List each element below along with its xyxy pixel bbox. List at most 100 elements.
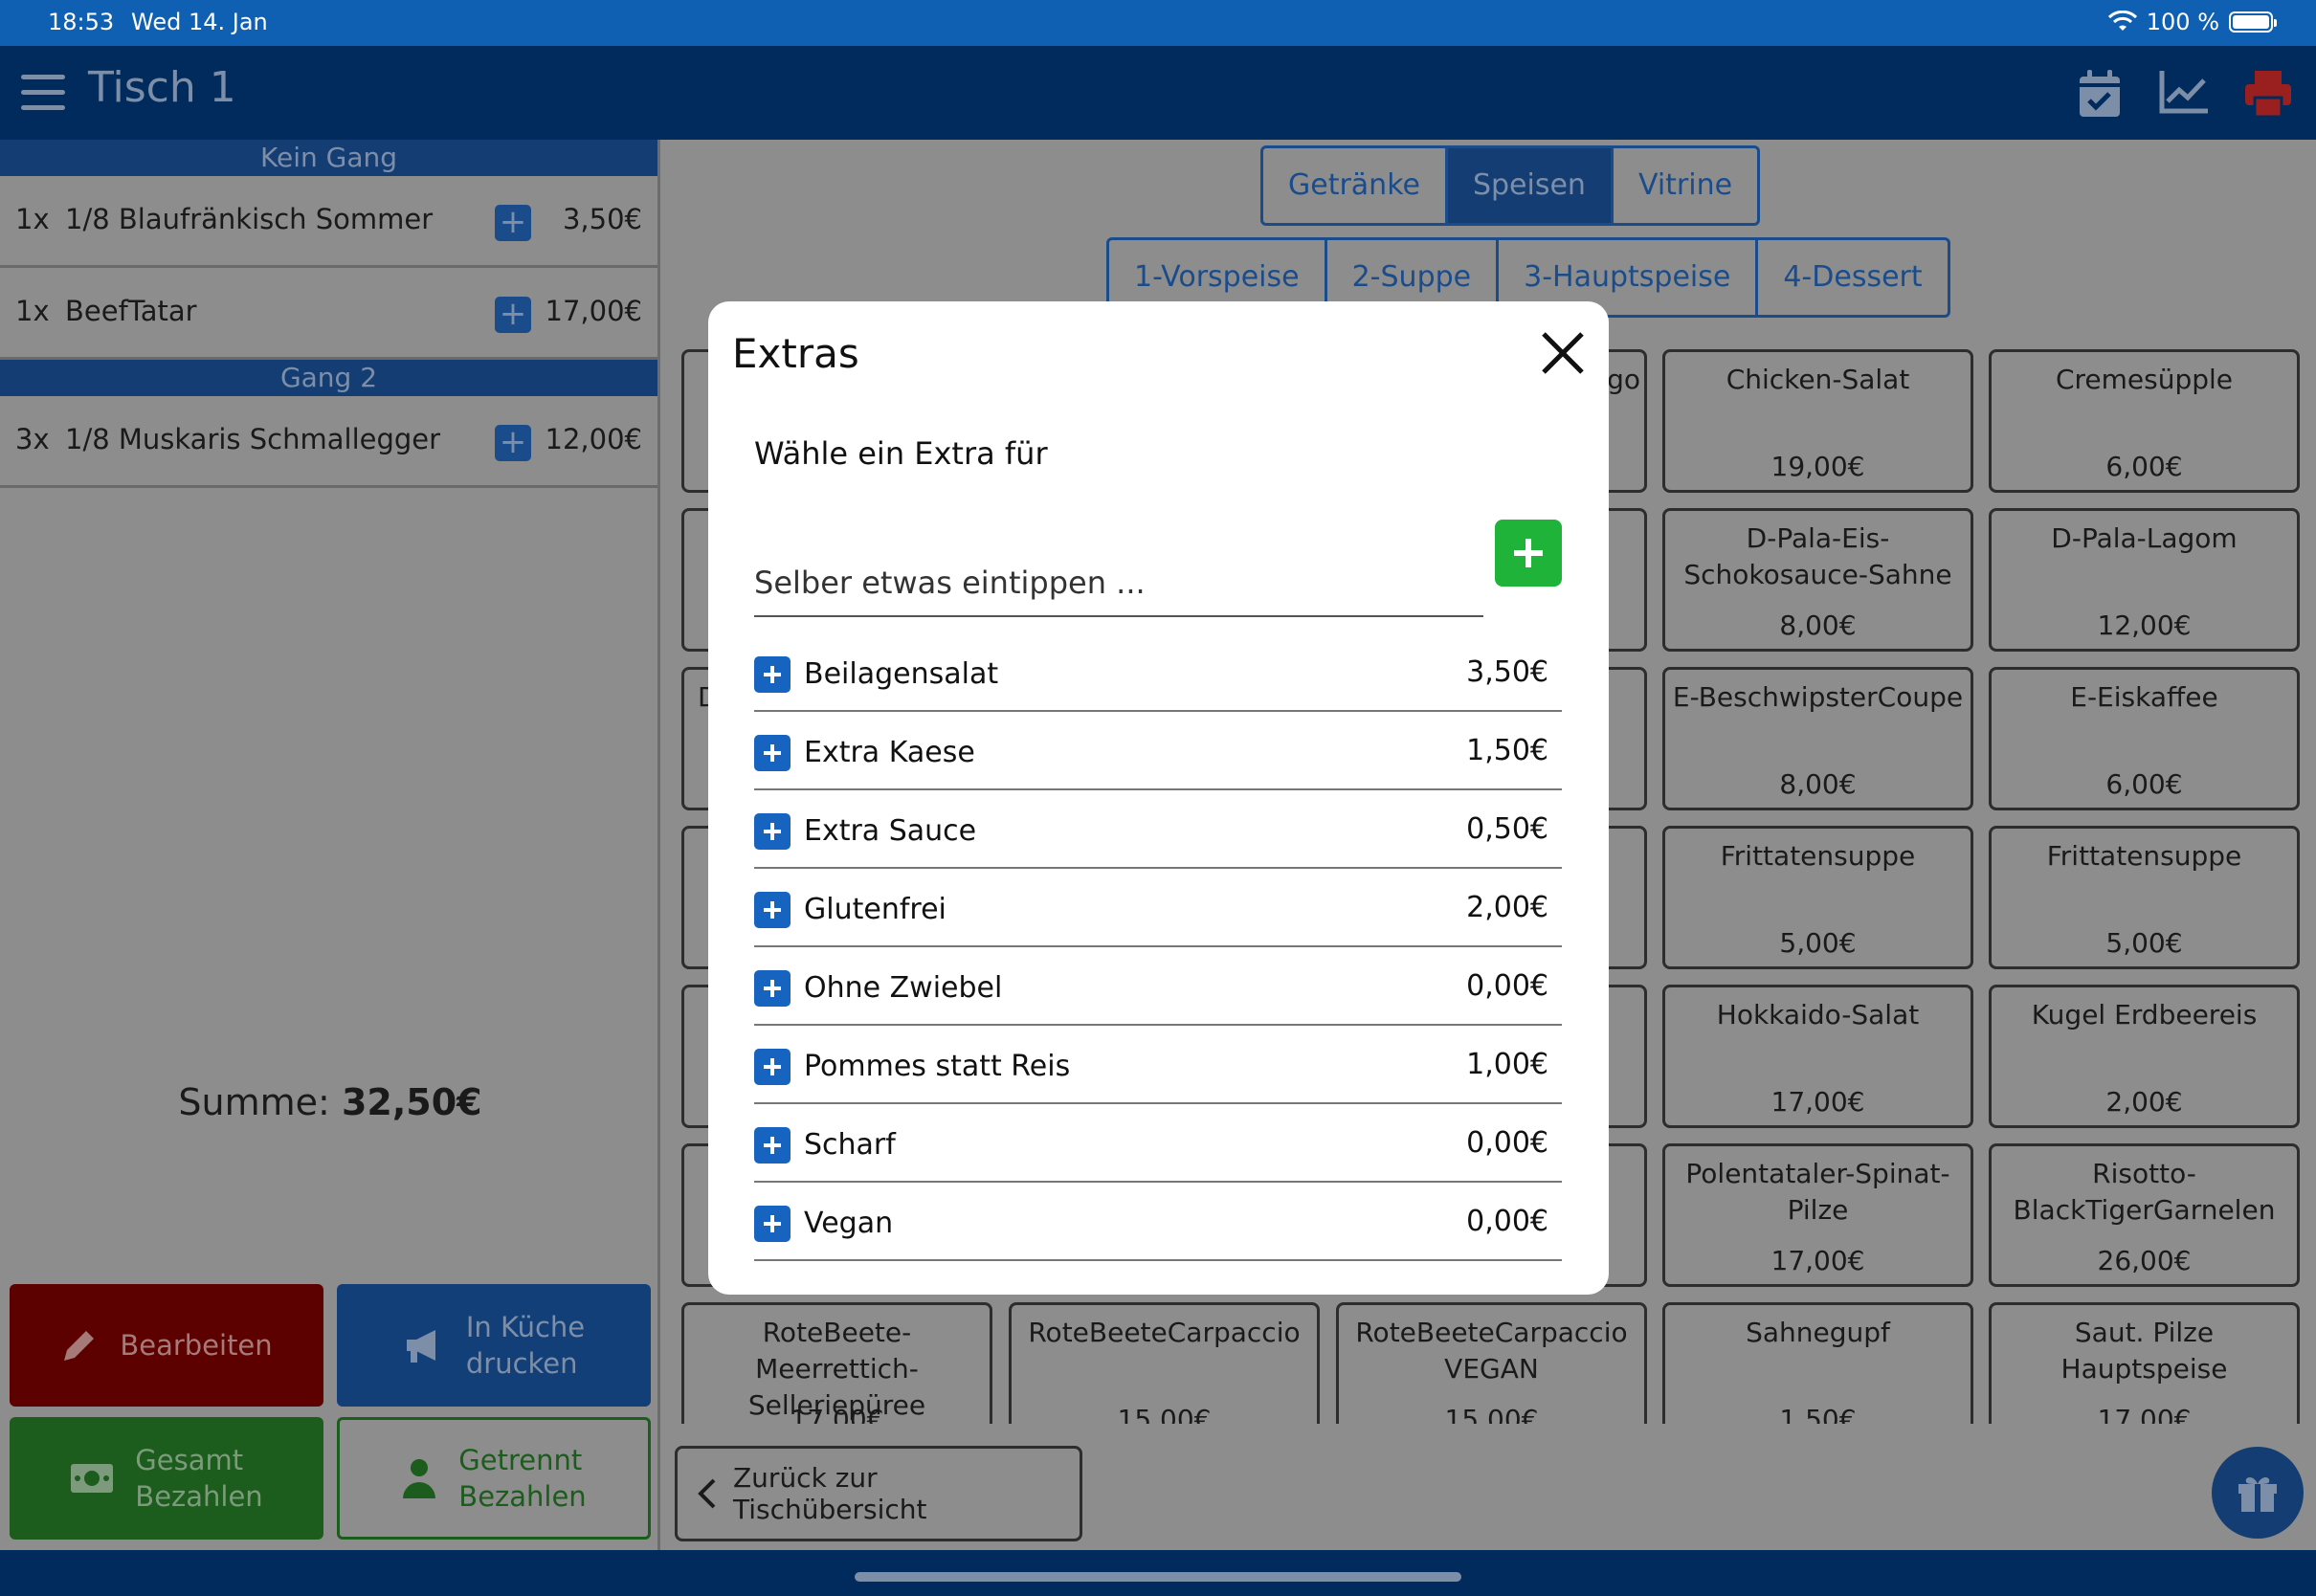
product-price: 19,00€ [1770, 451, 1865, 482]
pay-label-line2: Bezahlen [135, 1480, 263, 1513]
product-price: 5,00€ [1779, 927, 1857, 959]
tab-vitrine[interactable]: Vitrine [1614, 148, 1757, 223]
product-tile[interactable]: Saut. Pilze Hauptspeise 17,00€ [1989, 1302, 2300, 1424]
extra-name: Scharf [804, 1128, 896, 1162]
plus-icon[interactable] [754, 970, 791, 1007]
product-price: 6,00€ [2105, 768, 2183, 800]
category-tabs: Getränke Speisen Vitrine [1260, 145, 1761, 226]
kitchen-label-line1: In Küche [465, 1311, 586, 1343]
plus-icon[interactable] [754, 1127, 791, 1164]
product-tile[interactable]: E-BeschwipsterCoupe 8,00€ [1662, 667, 1973, 810]
close-icon[interactable] [1538, 328, 1588, 378]
product-name: Kugel Erdbeereis [2031, 999, 2258, 1031]
plus-icon[interactable] [754, 1206, 791, 1242]
product-name: Sahnegupf [1746, 1317, 1890, 1348]
back-to-tables-button[interactable]: Zurück zur Tischübersicht [675, 1446, 1082, 1541]
extra-item[interactable]: Pommes statt Reis 1,00€ [754, 1026, 1562, 1104]
printer-icon[interactable] [2243, 69, 2293, 119]
product-tile[interactable]: Frittatensuppe 5,00€ [1989, 826, 2300, 969]
tab-dessert[interactable]: 4-Dessert [1758, 240, 1947, 315]
extra-price: 1,00€ [1466, 1048, 1548, 1081]
gift-button[interactable] [2212, 1447, 2304, 1539]
order-price: 3,50€ [562, 203, 642, 235]
order-row[interactable]: 3x 1/8 Muskaris Schmallegger + 12,00€ [0, 396, 657, 488]
product-tile[interactable]: E-Eiskaffee 6,00€ [1989, 667, 2300, 810]
product-price: 8,00€ [1779, 768, 1857, 800]
product-tile[interactable]: Risotto-BlackTigerGarnelen 26,00€ [1989, 1143, 2300, 1287]
sum-value: 32,50€ [341, 1081, 482, 1123]
product-name: Hokkaido-Salat [1716, 999, 1920, 1031]
order-row[interactable]: 1x BeefTatar + 17,00€ [0, 268, 657, 360]
course-header: Gang 2 [0, 360, 657, 396]
user-icon [403, 1459, 436, 1498]
extra-item[interactable]: Extra Kaese 1,50€ [754, 712, 1562, 790]
extra-item[interactable]: Vegan 0,00€ [754, 1183, 1562, 1261]
plus-icon[interactable] [754, 656, 791, 693]
edit-label: Bearbeiten [120, 1329, 273, 1362]
plus-icon[interactable]: + [495, 205, 531, 241]
product-price: 15,00€ [1444, 1404, 1539, 1424]
calendar-check-icon[interactable] [2077, 69, 2123, 119]
extras-dialog: Extras Wähle ein Extra für Beilagensalat… [708, 301, 1609, 1295]
product-price: 6,00€ [2105, 451, 2183, 482]
gift-icon [2238, 1477, 2277, 1512]
product-tile[interactable]: Kugel Erdbeereis 2,00€ [1989, 985, 2300, 1128]
custom-extra-input[interactable] [754, 550, 1483, 617]
product-tile[interactable]: Cremesüpple 6,00€ [1989, 349, 2300, 493]
product-name: Polentataler-Spinat-Pilze [1685, 1158, 1950, 1226]
edit-button[interactable]: Bearbeiten [10, 1284, 323, 1407]
pay-split-button[interactable]: Getrennt Bezahlen [337, 1417, 651, 1540]
product-tile[interactable]: RoteBeeteCarpaccio VEGAN 15,00€ [1336, 1302, 1647, 1424]
pencil-icon [64, 1331, 95, 1361]
extra-name: Extra Kaese [804, 736, 975, 769]
print-kitchen-button[interactable]: In Küche drucken [337, 1284, 651, 1407]
status-date: Wed 14. Jan [131, 9, 268, 35]
plus-icon[interactable] [754, 813, 791, 850]
product-price: 17,00€ [790, 1404, 884, 1424]
product-name: RoteBeeteCarpaccio [1028, 1317, 1301, 1348]
plus-icon[interactable]: + [495, 297, 531, 333]
order-name: 1/8 Muskaris Schmallegger [65, 423, 441, 455]
extra-name: Vegan [804, 1207, 894, 1240]
product-name: D-Pala-Lagom [2051, 522, 2238, 554]
product-tile[interactable]: Polentataler-Spinat-Pilze 17,00€ [1662, 1143, 1973, 1287]
bottom-bar [0, 1550, 2316, 1596]
extra-item[interactable]: Beilagensalat 3,50€ [754, 633, 1562, 712]
product-tile[interactable]: Chicken-Salat 19,00€ [1662, 349, 1973, 493]
tab-speisen[interactable]: Speisen [1447, 148, 1614, 223]
product-tile[interactable]: D-Pala-Lagom 12,00€ [1989, 508, 2300, 652]
add-custom-extra-button[interactable] [1495, 520, 1562, 587]
plus-icon[interactable]: + [495, 425, 531, 461]
order-qty: 1x [15, 203, 50, 235]
pay-total-button[interactable]: Gesamt Bezahlen [10, 1417, 323, 1540]
product-price: 26,00€ [2097, 1245, 2192, 1276]
wifi-icon [2107, 11, 2137, 31]
extra-item[interactable]: Ohne Zwiebel 0,00€ [754, 947, 1562, 1026]
extra-item[interactable]: Glutenfrei 2,00€ [754, 869, 1562, 947]
kitchen-label: In Küche drucken [466, 1309, 585, 1382]
product-tile[interactable]: RoteBeete-Meerrettich-Selleriepüree 17,0… [681, 1302, 992, 1424]
product-tile[interactable]: Hokkaido-Salat 17,00€ [1662, 985, 1973, 1128]
product-tile[interactable]: Sahnegupf 1,50€ [1662, 1302, 1973, 1424]
order-qty: 1x [15, 295, 50, 327]
megaphone-icon [406, 1330, 435, 1363]
extra-name: Pommes statt Reis [804, 1050, 1071, 1083]
order-row[interactable]: 1x 1/8 Blaufränkisch Sommer + 3,50€ [0, 176, 657, 268]
plus-icon[interactable] [754, 735, 791, 771]
status-time: 18:53 [48, 9, 115, 35]
product-price: 1,50€ [1779, 1404, 1857, 1424]
product-tile[interactable]: Frittatensuppe 5,00€ [1662, 826, 1973, 969]
product-tile[interactable]: D-Pala-Eis-Schokosauce-Sahne 8,00€ [1662, 508, 1973, 652]
menu-icon[interactable] [21, 75, 65, 111]
pay-label: Gesamt Bezahlen [135, 1442, 262, 1515]
product-tile[interactable]: RoteBeeteCarpaccio 15,00€ [1009, 1302, 1320, 1424]
home-indicator[interactable] [855, 1572, 1461, 1582]
extra-item[interactable]: Scharf 0,00€ [754, 1104, 1562, 1183]
money-icon [71, 1464, 114, 1493]
extra-item[interactable]: Extra Sauce 0,50€ [754, 790, 1562, 869]
back-label: Zurück zur Tischübersicht [733, 1462, 927, 1525]
plus-icon[interactable] [754, 1049, 791, 1085]
tab-getraenke[interactable]: Getränke [1263, 148, 1448, 223]
plus-icon[interactable] [754, 892, 791, 928]
chart-line-icon[interactable] [2158, 69, 2210, 117]
